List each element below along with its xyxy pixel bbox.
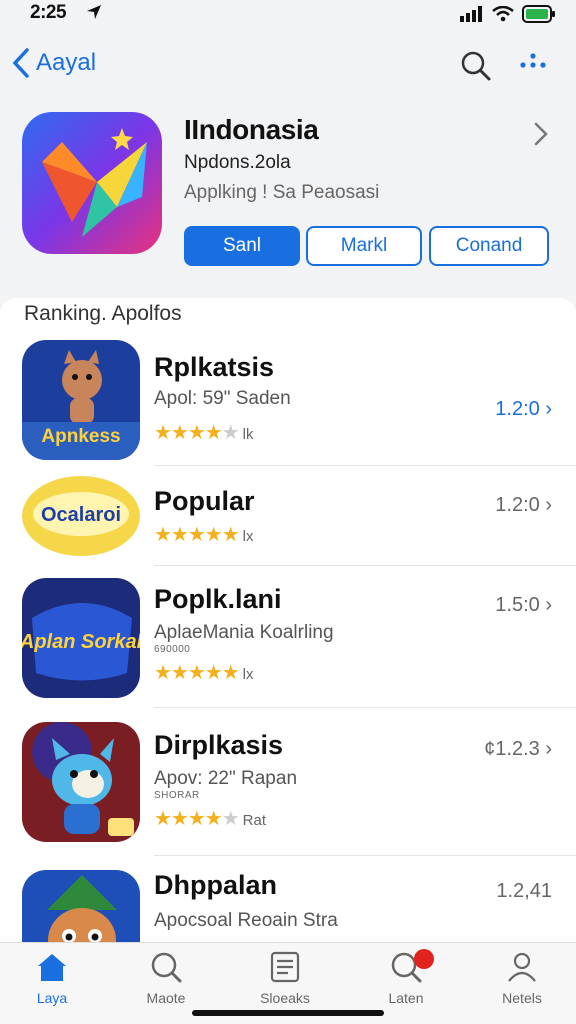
tab-label: Laten: [388, 990, 424, 1006]
app-meta: 690000: [154, 644, 191, 655]
battery-icon: [522, 5, 555, 23]
home-indicator: [192, 1010, 384, 1016]
back-label: Aayal: [36, 49, 97, 76]
person-icon: [508, 952, 536, 982]
app-icon: Ocalaroi: [22, 476, 140, 556]
icon-text: Apnkess: [41, 426, 120, 447]
list-icon: [270, 951, 300, 983]
tertiary-action-button[interactable]: Conand: [429, 226, 549, 266]
tab-profile[interactable]: Netels: [474, 951, 570, 1006]
tab-search[interactable]: Maote: [118, 951, 214, 1006]
tab-label: Netels: [502, 990, 542, 1006]
icon-text: Ocalaroi: [41, 504, 121, 526]
version-text: 1.5:0: [495, 594, 540, 616]
tab-home[interactable]: Laya: [4, 951, 100, 1006]
back-button[interactable]: Aayal: [12, 48, 96, 78]
app-name: Rplkatsis: [154, 352, 275, 382]
app-version: 1.2:0 ›: [495, 494, 552, 516]
list-item[interactable]: Dirplkasis Apov: 22" Rapan SHORAR ★★★★★ R…: [0, 714, 576, 856]
featured-app-title: IIndonasia: [184, 114, 319, 145]
tab-label: Sloeaks: [260, 990, 310, 1006]
rating-suffix: Rat: [242, 812, 266, 829]
chevron-right-icon[interactable]: [534, 122, 548, 146]
divider: [154, 707, 576, 708]
rating-suffix: lx: [242, 666, 254, 683]
featured-app: IIndonasia Npdons.2ola Applking ! Sa Pea…: [0, 100, 576, 290]
signal-icon: [460, 6, 482, 22]
version-text: 1.2:0: [495, 494, 540, 516]
version-text: ¢1.2.3: [484, 738, 540, 760]
list-item[interactable]: Aplan Sorkal Poplk.lani AplaeMania Koalr…: [0, 570, 576, 708]
app-name: Poplk.lani: [154, 584, 282, 614]
app-name: Dirplkasis: [154, 730, 284, 760]
app-meta: SHORAR: [154, 790, 200, 801]
divider: [154, 565, 576, 566]
primary-action-button[interactable]: Sanl: [184, 226, 300, 266]
status-bar: 2:25: [0, 0, 576, 28]
rating-suffix: lx: [242, 528, 254, 545]
featured-app-icon[interactable]: [22, 112, 162, 254]
tab-list[interactable]: Sloeaks: [237, 951, 333, 1006]
icon-text: Aplan Sorkal: [22, 631, 140, 653]
ranking-list: Ranking. Apolfos Apnkess Rplkatsis Apol:…: [0, 298, 576, 958]
app-desc: AplaeMania Koalrling: [154, 622, 334, 643]
more-dots-icon[interactable]: [518, 52, 548, 74]
wifi-icon: [492, 6, 514, 22]
search-icon[interactable]: [460, 50, 492, 82]
star-rating: ★★★★★ lx: [154, 524, 254, 546]
tab-label: Maote: [146, 990, 186, 1006]
app-version: ¢1.2.3 ›: [484, 738, 552, 760]
featured-app-category: Applking ! Sa Peaosasi: [184, 182, 380, 203]
rating-suffix: lk: [242, 426, 254, 443]
app-desc: Apol: 59" Saden: [154, 388, 291, 409]
list-item[interactable]: Ocalaroi Popular ★★★★★ lx 1.2:0 ›: [0, 470, 576, 566]
tab-search-badge[interactable]: Laten: [358, 949, 454, 1006]
version-text: 1.2:0: [495, 398, 540, 420]
featured-app-subtitle: Npdons.2ola: [184, 152, 291, 173]
app-version: 1.5:0 ›: [495, 594, 552, 616]
list-item[interactable]: Apnkess Rplkatsis Apol: 59" Saden ★★★★★ l…: [0, 338, 576, 466]
star-rating: ★★★★★ Rat: [154, 808, 266, 830]
app-version: 1.2:0 ›: [495, 398, 552, 420]
app-version: 1.2,41: [496, 880, 552, 903]
tab-label: Laya: [36, 990, 68, 1006]
app-name: Dhppalan: [154, 870, 278, 900]
app-icon: [22, 722, 140, 842]
nav-bar: Aayal: [0, 40, 576, 90]
version-text: 1.2,41: [496, 880, 552, 902]
notification-badge: [414, 949, 434, 969]
chevron-left-icon: [12, 48, 29, 78]
cat-game-icon: Apnkess: [22, 340, 140, 460]
app-icon: Aplan Sorkal: [22, 578, 140, 698]
star-rating: ★★★★★ lk: [154, 422, 254, 444]
search-icon: [151, 952, 182, 983]
secondary-action-button[interactable]: Markl: [306, 226, 422, 266]
home-icon: [38, 954, 66, 981]
status-icons: [460, 5, 556, 23]
star-rating: ★★★★★ lx: [154, 662, 254, 684]
origami-bird-icon: [22, 112, 162, 254]
divider: [154, 465, 576, 466]
app-icon: Apnkess: [22, 340, 140, 460]
app-name: Popular: [154, 486, 255, 516]
app-desc: Apocsoal Reoain Stra: [154, 910, 338, 931]
location-arrow-icon: [87, 5, 101, 19]
game-logo-icon: Aplan Sorkal: [22, 578, 140, 698]
section-title: Ranking. Apolfos: [24, 302, 182, 325]
app-desc: Apov: 22" Rapan: [154, 768, 298, 789]
status-time: 2:25: [30, 2, 67, 23]
character-game-icon: [22, 722, 140, 842]
logo-badge-icon: Ocalaroi: [22, 476, 140, 556]
divider: [154, 855, 576, 856]
